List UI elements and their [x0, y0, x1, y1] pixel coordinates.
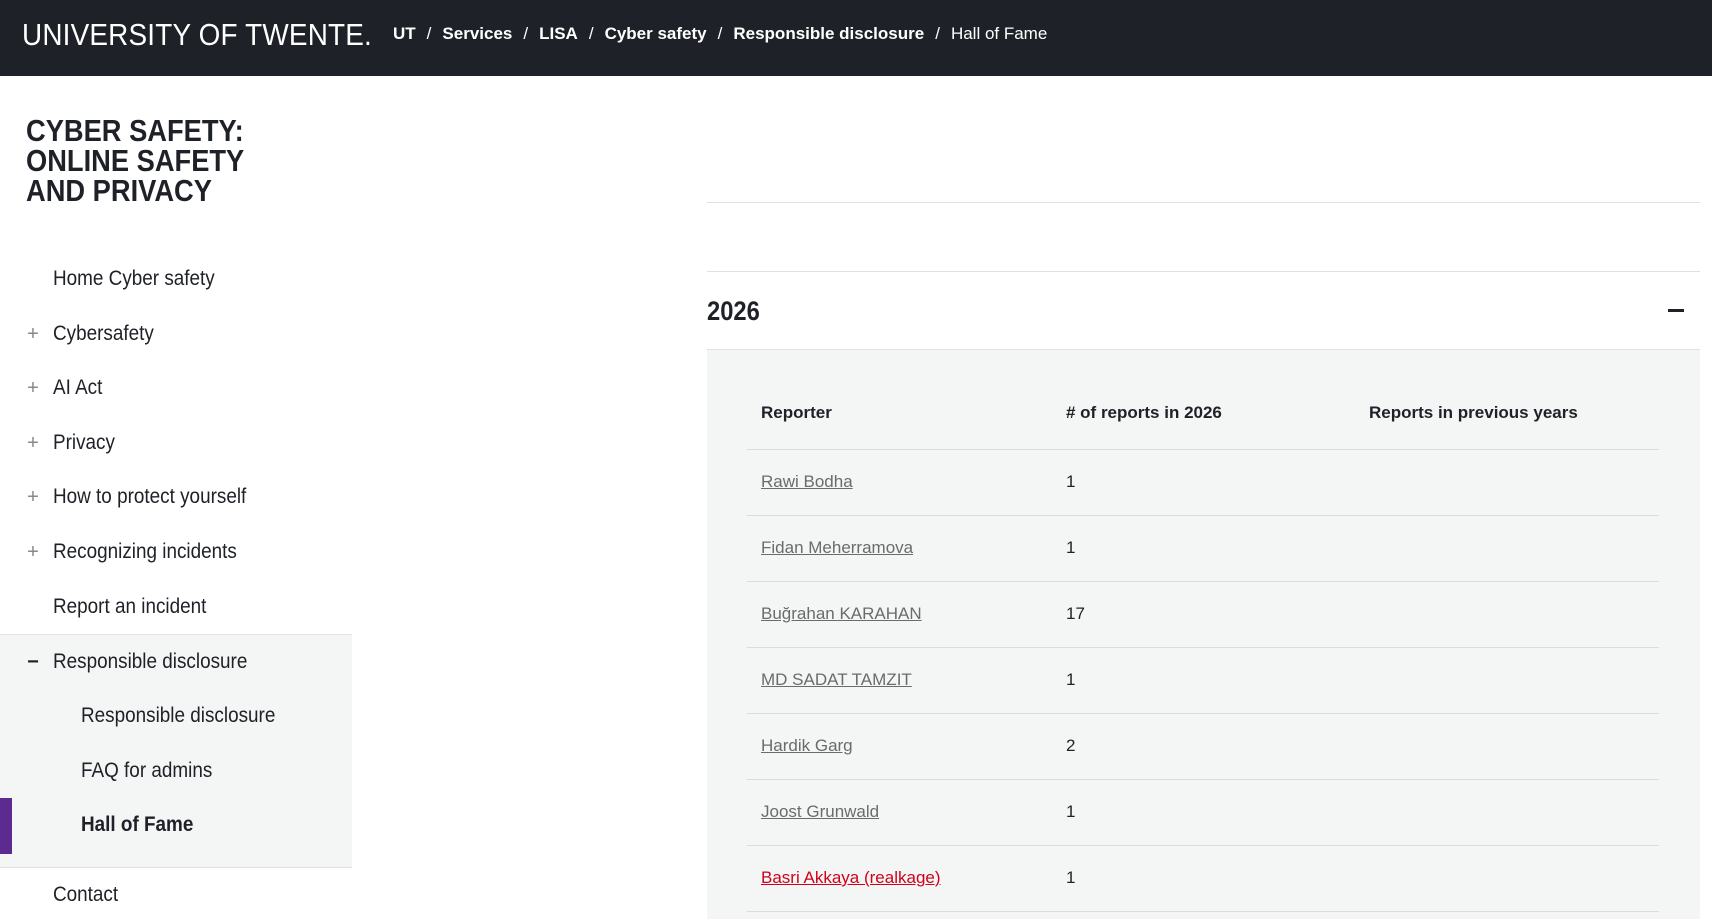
sidebar-item-ai-act[interactable]: + AI Act: [0, 361, 352, 415]
breadcrumb-lisa[interactable]: LISA: [539, 24, 578, 44]
table-row: Buğrahan KARAHAN 17: [747, 581, 1659, 648]
reporter-cell: Hardik Garg: [747, 713, 1052, 780]
reporter-cell: Fidan Meherramova: [747, 515, 1052, 582]
reports-count: 1: [1052, 779, 1355, 846]
previous-years: [1355, 449, 1659, 516]
reports-count: 1: [1052, 845, 1355, 912]
sidebar-item-label: Recognizing incidents: [53, 540, 237, 563]
reporter-cell: MD SADAT TAMZIT: [747, 647, 1052, 714]
sidebar-item-responsible-disclosure[interactable]: − Responsible disclosure: [0, 635, 352, 689]
table-row: Fidan Meherramova 1: [747, 515, 1659, 582]
reporter-link[interactable]: Fidan Meherramova: [761, 538, 913, 557]
breadcrumb-separator: /: [935, 24, 940, 43]
sidebar-item-label: Privacy: [53, 431, 115, 454]
previous-years: [1355, 845, 1659, 912]
column-header-reports: # of reports in 2026: [1052, 377, 1355, 450]
previous-years: [1355, 581, 1659, 648]
sidebar-item-home-cyber-safety[interactable]: Home Cyber safety: [0, 252, 352, 306]
collapse-icon[interactable]: [1668, 309, 1684, 312]
reporter-cell: Basri Akkaya (realkage): [747, 845, 1052, 912]
breadcrumb-cyber-safety[interactable]: Cyber safety: [605, 24, 707, 44]
top-bar: UNIVERSITY OF TWENTE. UT / Services / LI…: [0, 0, 1712, 76]
accordion-title: 2026: [707, 295, 760, 326]
table-row: Basri Akkaya (realkage) 1: [747, 845, 1659, 912]
sidebar-item-report-an-incident[interactable]: Report an incident: [0, 580, 352, 634]
previous-years: [1355, 779, 1659, 846]
sidebar-item-label: Responsible disclosure: [53, 650, 248, 673]
sidebar-subitem-hall-of-fame[interactable]: Hall of Fame: [0, 798, 352, 852]
minus-icon[interactable]: −: [26, 652, 40, 672]
table-row: Hardik Garg 2: [747, 713, 1659, 780]
sidebar-item-label: Responsible disclosure: [81, 704, 276, 727]
reporter-cell: Rawi Bodha: [747, 449, 1052, 516]
previous-years: [1355, 515, 1659, 582]
sidebar-item-contact[interactable]: Contact: [0, 868, 352, 919]
table-header-row: Reporter # of reports in 2026 Reports in…: [747, 377, 1659, 450]
column-header-reporter: Reporter: [747, 377, 1052, 450]
divider: [707, 202, 1700, 203]
plus-icon[interactable]: +: [26, 324, 40, 344]
reports-count: 17: [1052, 581, 1355, 648]
column-header-previous-years: Reports in previous years: [1355, 377, 1659, 450]
previous-years: [1355, 647, 1659, 714]
plus-icon[interactable]: +: [26, 542, 40, 562]
sidebar-item-label: Contact: [53, 883, 119, 906]
sidebar-subitem-faq-for-admins[interactable]: FAQ for admins: [0, 744, 352, 798]
previous-years: [1355, 713, 1659, 780]
table-row: MD SADAT TAMZIT 1: [747, 647, 1659, 714]
sidebar-item-recognizing-incidents[interactable]: + Recognizing incidents: [0, 525, 352, 579]
reporter-link-highlighted[interactable]: Basri Akkaya (realkage): [761, 868, 941, 887]
sidebar-item-label: How to protect yourself: [53, 485, 247, 508]
breadcrumb-separator: /: [426, 24, 432, 43]
sidebar-item-label: FAQ for admins: [81, 759, 213, 782]
reporter-cell: Joost Grunwald: [747, 779, 1052, 846]
sidebar-title: CYBER SAFETY: ONLINE SAFETY AND PRIVACY: [26, 113, 244, 208]
breadcrumb-separator: /: [523, 24, 529, 43]
sidebar-item-label: Cybersafety: [53, 322, 154, 345]
table-row: Rawi Bodha 1: [747, 449, 1659, 516]
reporter-link[interactable]: Joost Grunwald: [761, 802, 879, 821]
reports-count: 1: [1052, 449, 1355, 516]
plus-icon[interactable]: +: [26, 487, 40, 507]
table-row: Joost Grunwald 1: [747, 779, 1659, 846]
sidebar-item-how-to-protect-yourself[interactable]: + How to protect yourself: [0, 470, 352, 524]
breadcrumb-services[interactable]: Services: [442, 24, 512, 44]
reports-count: 2: [1052, 713, 1355, 780]
breadcrumb-ut[interactable]: UT: [393, 24, 416, 44]
sidebar-subitem-responsible-disclosure[interactable]: Responsible disclosure: [0, 689, 352, 743]
breadcrumb-separator: /: [588, 24, 594, 43]
university-logo[interactable]: UNIVERSITY OF TWENTE.: [22, 17, 372, 53]
reporter-link[interactable]: Hardik Garg: [761, 736, 853, 755]
reporter-link[interactable]: MD SADAT TAMZIT: [761, 670, 912, 689]
sidebar-item-cybersafety[interactable]: + Cybersafety: [0, 307, 352, 361]
accordion-header-2026[interactable]: 2026: [707, 272, 1700, 350]
reports-count: 1: [1052, 515, 1355, 582]
reporter-link[interactable]: Buğrahan KARAHAN: [761, 604, 922, 623]
plus-icon[interactable]: +: [26, 433, 40, 453]
reporter-cell: Buğrahan KARAHAN: [747, 581, 1052, 648]
reporter-link[interactable]: Rawi Bodha: [761, 472, 853, 491]
hall-of-fame-table: Reporter # of reports in 2026 Reports in…: [747, 377, 1659, 912]
sidebar-item-label: AI Act: [53, 376, 103, 399]
reports-count: 1: [1052, 647, 1355, 714]
sidebar-item-label: Hall of Fame: [81, 813, 194, 836]
breadcrumb: UT / Services / LISA / Cyber safety / Re…: [393, 24, 1047, 44]
sidebar-item-label: Home Cyber safety: [53, 267, 215, 290]
breadcrumb-separator: /: [717, 24, 723, 43]
accordion-panel-2026: Reporter # of reports in 2026 Reports in…: [707, 350, 1700, 919]
sidebar-item-label: Report an incident: [53, 595, 207, 618]
breadcrumb-responsible-disclosure[interactable]: Responsible disclosure: [733, 24, 924, 44]
sidebar-item-privacy[interactable]: + Privacy: [0, 416, 352, 470]
breadcrumb-hall-of-fame: Hall of Fame: [950, 24, 1048, 43]
plus-icon[interactable]: +: [26, 378, 40, 398]
